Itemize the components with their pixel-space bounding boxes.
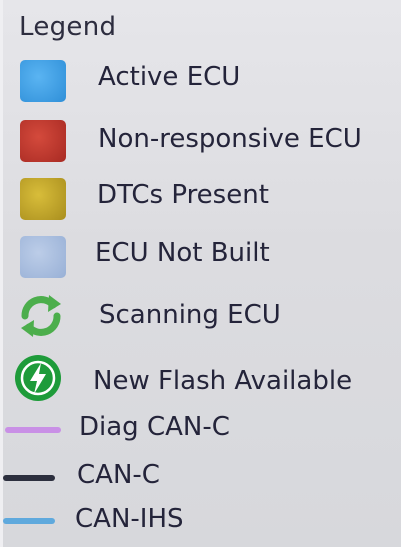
light-blue-square-icon <box>20 236 66 278</box>
legend-item-label: Active ECU <box>98 62 241 92</box>
dark-line-icon <box>3 475 55 481</box>
legend-panel: Legend Active ECU Non-responsive ECU DTC… <box>0 0 401 547</box>
violet-line-icon <box>5 427 61 433</box>
legend-item-label: CAN-IHS <box>75 504 184 534</box>
legend-item-new-flash-available: New Flash Available <box>3 352 401 404</box>
legend-item-label: CAN-C <box>77 460 160 490</box>
yellow-square-icon <box>20 178 66 220</box>
legend-item-label: Non-responsive ECU <box>98 124 362 154</box>
legend-title: Legend <box>19 12 117 42</box>
legend-item-dtcs-present: DTCs Present <box>3 178 401 224</box>
legend-item-label: ECU Not Built <box>95 238 270 268</box>
sky-line-icon <box>3 518 55 524</box>
legend-item-diag-can-c: Diag CAN-C <box>3 412 401 452</box>
legend-item-non-responsive-ecu: Non-responsive ECU <box>3 120 401 166</box>
blue-square-icon <box>20 60 66 102</box>
legend-item-scanning-ecu: Scanning ECU <box>3 290 401 344</box>
legend-item-label: New Flash Available <box>93 366 353 396</box>
legend-item-label: DTCs Present <box>97 180 269 210</box>
legend-item-label: Diag CAN-C <box>79 412 230 442</box>
legend-item-can-c: CAN-C <box>3 460 401 500</box>
refresh-arrows-icon <box>21 295 61 337</box>
legend-item-label: Scanning ECU <box>99 300 281 330</box>
legend-item-active-ecu: Active ECU <box>3 60 401 106</box>
lightning-circle-icon <box>15 355 61 401</box>
legend-item-can-ihs: CAN-IHS <box>3 504 401 544</box>
red-square-icon <box>20 120 66 162</box>
legend-item-ecu-not-built: ECU Not Built <box>3 236 401 282</box>
